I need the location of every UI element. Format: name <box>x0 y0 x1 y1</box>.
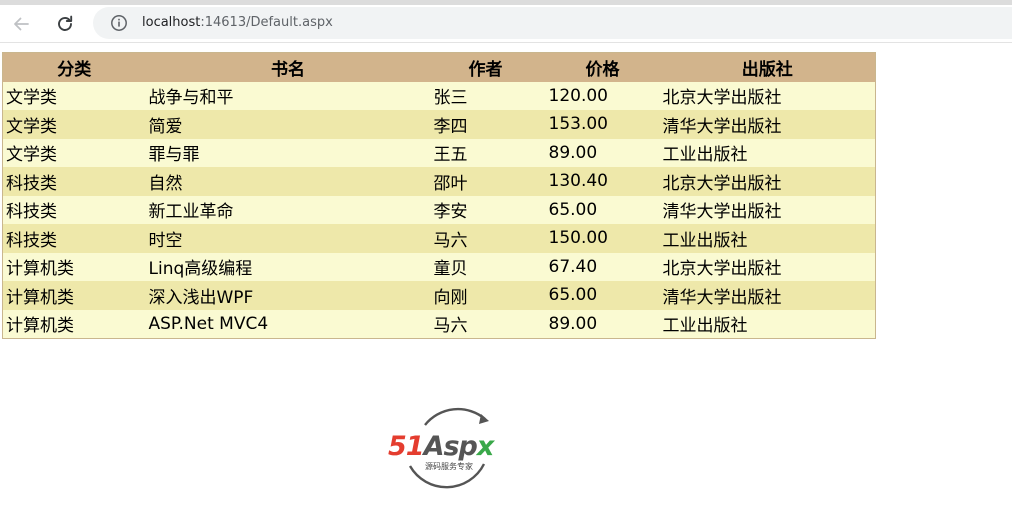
cell-category: 文学类 <box>2 110 146 139</box>
url-host: localhost <box>142 15 201 30</box>
cell-publisher: 北京大学出版社 <box>659 81 876 110</box>
cell-title: 时空 <box>145 224 431 253</box>
books-grid: 分类 书名 作者 价格 出版社 文学类 战争与和平 张三 120.00 北京大学… <box>2 52 876 339</box>
cell-category: 计算机类 <box>2 252 146 281</box>
header-author: 作者 <box>430 52 546 82</box>
cell-category: 文学类 <box>2 81 146 110</box>
address-bar[interactable]: localhost:14613/Default.aspx <box>93 7 1012 39</box>
cell-price: 153.00 <box>545 110 660 139</box>
cell-price: 65.00 <box>545 281 660 310</box>
cell-publisher: 清华大学出版社 <box>659 281 876 310</box>
cell-price: 150.00 <box>545 224 660 253</box>
cell-title: 简爱 <box>145 110 431 139</box>
table-row: 计算机类 ASP.Net MVC4 马六 89.00 工业出版社 <box>2 309 876 338</box>
cell-author: 马六 <box>430 309 546 338</box>
cell-title: 战争与和平 <box>145 81 431 110</box>
cell-author: 李四 <box>430 110 546 139</box>
table-row: 计算机类 Linq高级编程 童贝 67.40 北京大学出版社 <box>2 252 876 281</box>
header-publisher: 出版社 <box>659 52 876 82</box>
cell-author: 童贝 <box>430 252 546 281</box>
cell-category: 科技类 <box>2 224 146 253</box>
cell-author: 向刚 <box>430 281 546 310</box>
cell-publisher: 清华大学出版社 <box>659 195 876 224</box>
cell-price: 89.00 <box>545 138 660 167</box>
header-price: 价格 <box>545 52 660 82</box>
cell-author: 马六 <box>430 224 546 253</box>
cell-title: 深入浅出WPF <box>145 281 431 310</box>
table-row: 科技类 自然 邵叶 130.40 北京大学出版社 <box>2 167 876 196</box>
reload-button[interactable] <box>50 9 80 39</box>
logo-part-x: x <box>476 431 494 462</box>
logo-part-asp: Asp <box>423 431 478 462</box>
cell-category: 文学类 <box>2 138 146 167</box>
cell-publisher: 工业出版社 <box>659 309 876 338</box>
cell-title: 自然 <box>145 167 431 196</box>
header-category: 分类 <box>2 52 146 82</box>
cell-author: 张三 <box>430 81 546 110</box>
table-row: 文学类 简爱 李四 153.00 清华大学出版社 <box>2 110 876 139</box>
cell-title: 罪与罪 <box>145 138 431 167</box>
cell-price: 130.40 <box>545 167 660 196</box>
table-row: 文学类 罪与罪 王五 89.00 工业出版社 <box>2 138 876 167</box>
cell-category: 科技类 <box>2 167 146 196</box>
reload-icon <box>58 15 73 31</box>
url-path: :14613/Default.aspx <box>200 15 333 30</box>
cell-publisher: 北京大学出版社 <box>659 252 876 281</box>
cell-publisher: 清华大学出版社 <box>659 110 876 139</box>
cell-title: Linq高级编程 <box>145 252 431 281</box>
browser-toolbar: localhost:14613/Default.aspx <box>0 5 1012 43</box>
cell-author: 邵叶 <box>430 167 546 196</box>
cell-title: ASP.Net MVC4 <box>145 309 431 338</box>
cell-price: 120.00 <box>545 81 660 110</box>
logo-subtitle: 源码服务专家 <box>425 462 473 471</box>
cell-category: 计算机类 <box>2 281 146 310</box>
cell-price: 89.00 <box>545 309 660 338</box>
grid-header-row: 分类 书名 作者 价格 出版社 <box>2 52 876 82</box>
logo-part-51: 51 <box>388 431 425 462</box>
cell-publisher: 工业出版社 <box>659 224 876 253</box>
back-button[interactable] <box>6 9 36 39</box>
header-title: 书名 <box>145 52 431 82</box>
info-icon[interactable] <box>110 14 128 32</box>
cell-category: 计算机类 <box>2 309 146 338</box>
cell-publisher: 北京大学出版社 <box>659 167 876 196</box>
url-text[interactable]: localhost:14613/Default.aspx <box>142 15 333 31</box>
logo-wordmark: 51Aspx <box>388 430 518 464</box>
cell-price: 67.40 <box>545 252 660 281</box>
cell-author: 王五 <box>430 138 546 167</box>
table-row: 科技类 时空 马六 150.00 工业出版社 <box>2 224 876 253</box>
cell-publisher: 工业出版社 <box>659 138 876 167</box>
site-logo: 51Aspx 源码服务专家 <box>385 402 517 494</box>
cell-author: 李安 <box>430 195 546 224</box>
cell-title: 新工业革命 <box>145 195 431 224</box>
arrow-left-icon <box>14 17 29 31</box>
cell-category: 科技类 <box>2 195 146 224</box>
table-row: 文学类 战争与和平 张三 120.00 北京大学出版社 <box>2 81 876 110</box>
table-row: 计算机类 深入浅出WPF 向刚 65.00 清华大学出版社 <box>2 281 876 310</box>
table-row: 科技类 新工业革命 李安 65.00 清华大学出版社 <box>2 195 876 224</box>
cell-price: 65.00 <box>545 195 660 224</box>
